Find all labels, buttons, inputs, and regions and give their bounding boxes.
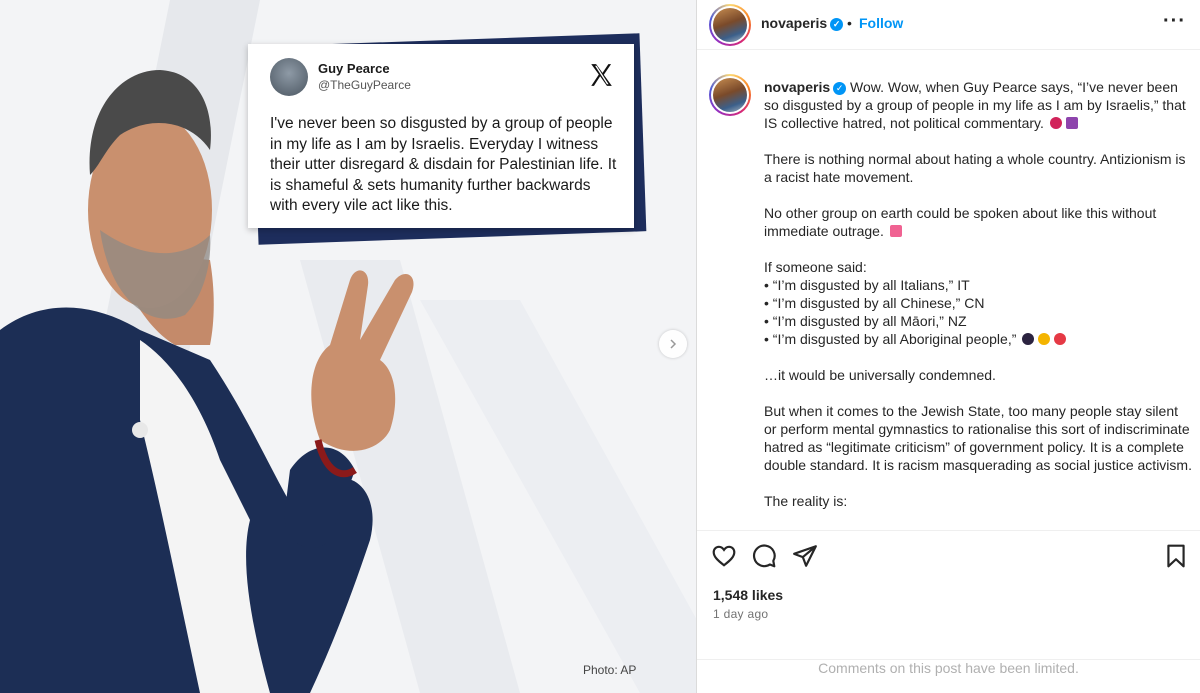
caption-paragraph-3: No other group on earth could be spoken … <box>764 205 1161 239</box>
post-actions: 1,548 likes 1 day ago Comments on this p… <box>697 530 1200 693</box>
star-of-david-emoji-icon <box>1065 117 1078 129</box>
avatar[interactable] <box>709 4 751 46</box>
verified-badge-icon: ✓ <box>833 81 847 95</box>
save-bookmark-icon[interactable] <box>1163 543 1189 569</box>
tweet-author-handle: @TheGuyPearce <box>318 78 411 92</box>
verified-badge-icon: ✓ <box>830 17 844 31</box>
caption-bullet-4: • “I’m disgusted by all Aboriginal peopl… <box>764 331 1017 347</box>
comment-icon[interactable] <box>751 543 777 569</box>
caption-paragraph-6: But when it comes to the Jewish State, t… <box>764 403 1194 473</box>
caption-bullet-2: • “I’m disgusted by all Chinese,” CN <box>764 295 985 311</box>
likes-count[interactable]: 1,548 likes <box>713 587 783 603</box>
caption-paragraph-5: …it would be universally condemned. <box>764 367 996 383</box>
yellow-heart-emoji-icon <box>1038 333 1051 345</box>
caption-bullet-1: • “I’m disgusted by all Italians,” IT <box>764 277 970 293</box>
caption-username[interactable]: novaperis <box>764 79 830 95</box>
more-options-icon[interactable]: ··· <box>1163 10 1186 33</box>
red-circle-emoji-icon <box>1049 117 1062 129</box>
chevron-right-icon <box>670 339 677 349</box>
siren-emoji-icon <box>889 225 902 237</box>
header-separator: • <box>847 15 852 31</box>
post-timestamp[interactable]: 1 day ago <box>713 607 768 621</box>
tweet-author-name: Guy Pearce <box>318 61 390 76</box>
caption-scroll-area[interactable]: novaperis ✓ Wow. Wow, when Guy Pearce say… <box>697 58 1200 530</box>
comments-limited-notice: Comments on this post have been limited. <box>697 659 1200 676</box>
caption-paragraph-7: The reality is: <box>764 493 848 509</box>
tweet-avatar <box>270 58 308 96</box>
header-username-text[interactable]: novaperis <box>761 15 827 31</box>
caption-paragraph-4: If someone said: <box>764 259 867 275</box>
follow-button[interactable]: Follow <box>859 15 903 31</box>
post-details-panel: novaperis ✓ • Follow ··· novaperis ✓ Wow. … <box>697 0 1200 693</box>
next-image-button[interactable] <box>659 330 687 358</box>
caption-avatar[interactable] <box>709 74 751 116</box>
x-logo-icon <box>591 64 612 86</box>
caption-paragraph-2: There is nothing normal about hating a w… <box>764 151 1190 185</box>
post-header: novaperis ✓ • Follow ··· <box>697 0 1200 50</box>
header-username[interactable]: novaperis ✓ <box>761 15 844 31</box>
post-media[interactable]: Guy Pearce @TheGuyPearce I've never been… <box>0 0 697 693</box>
share-send-icon[interactable] <box>792 543 818 569</box>
like-heart-icon[interactable] <box>711 543 737 569</box>
photo-credit: Photo: AP <box>583 663 637 677</box>
caption-bullet-3: • “I’m disgusted by all Māori,” NZ <box>764 313 967 329</box>
red-heart-emoji-icon <box>1054 333 1067 345</box>
tweet-text: I've never been so disgusted by a group … <box>270 115 617 214</box>
tweet-card: Guy Pearce @TheGuyPearce I've never been… <box>248 44 634 228</box>
caption-text: novaperis ✓ Wow. Wow, when Guy Pearce say… <box>764 78 1192 510</box>
black-heart-emoji-icon <box>1022 333 1035 345</box>
